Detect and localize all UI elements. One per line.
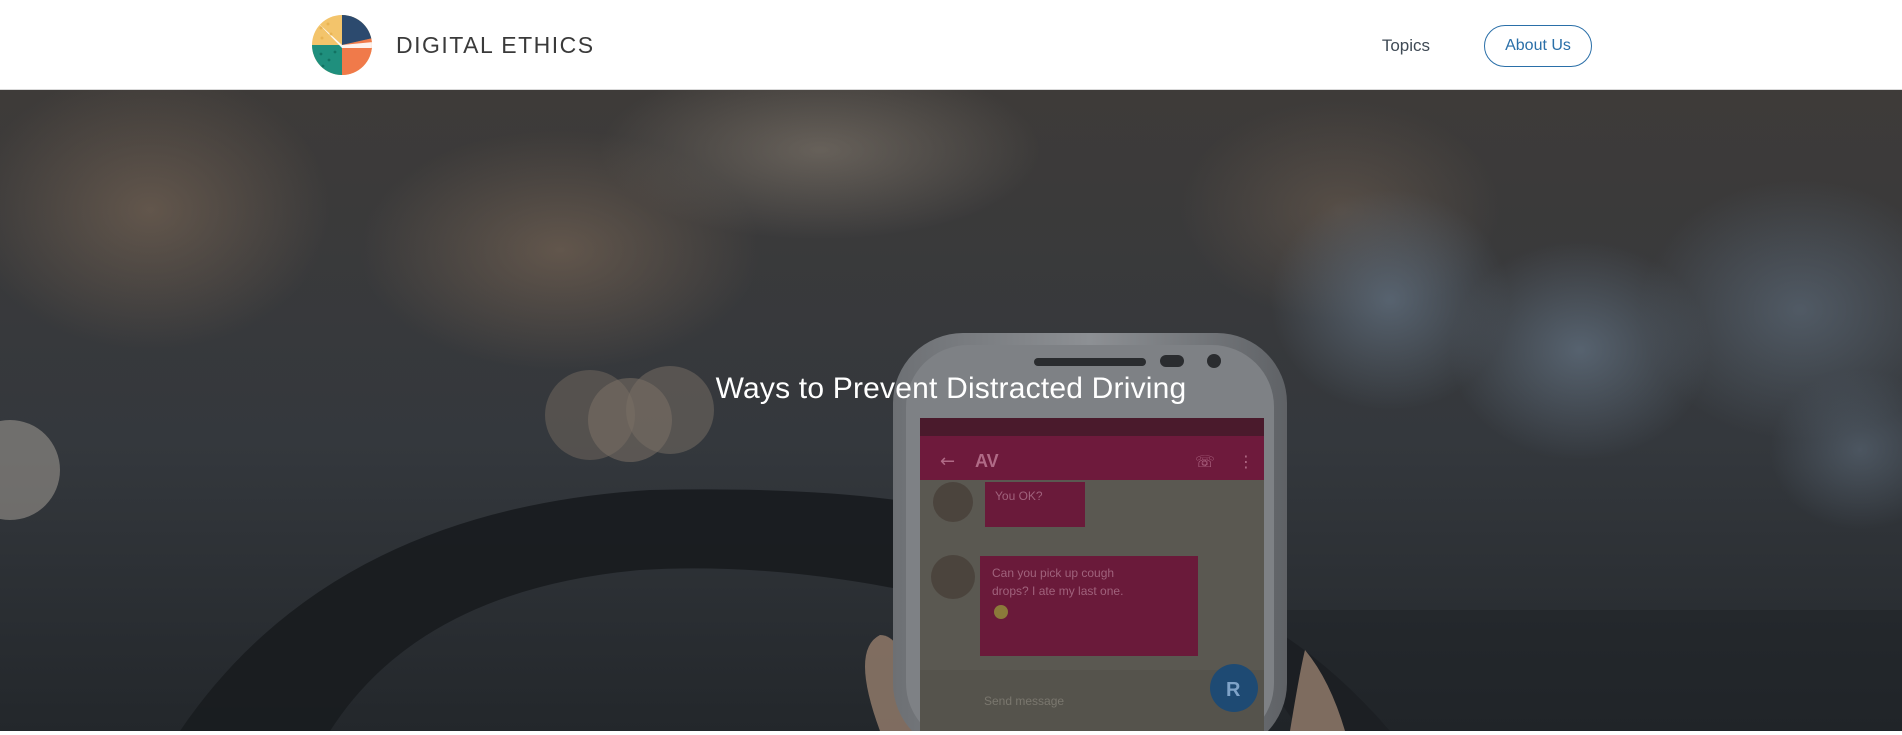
svg-text:⋮: ⋮ bbox=[1238, 452, 1254, 471]
site-header: DIGITAL ETHICS Topics About Us bbox=[0, 0, 1902, 90]
svg-text:drops? I ate my last one.: drops? I ate my last one. bbox=[992, 584, 1123, 598]
svg-text:You OK?: You OK? bbox=[995, 489, 1043, 503]
svg-text:Send message: Send message bbox=[984, 694, 1064, 708]
hero-background-image: AV ← ☏ ⋮ You OK? Can you pick up cough d… bbox=[0, 90, 1902, 731]
nav-topics-link[interactable]: Topics bbox=[1382, 36, 1430, 56]
phone-contact-name: AV bbox=[975, 451, 999, 471]
home-logo-link[interactable]: DIGITAL ETHICS bbox=[311, 14, 595, 76]
svg-text:Can you pick up cough: Can you pick up cough bbox=[992, 566, 1114, 580]
nav-about-us-button[interactable]: About Us bbox=[1484, 25, 1592, 67]
hero-banner: AV ← ☏ ⋮ You OK? Can you pick up cough d… bbox=[0, 90, 1902, 731]
page-bottom-edge bbox=[0, 731, 1902, 735]
hero-title: Ways to Prevent Distracted Driving bbox=[715, 372, 1187, 405]
svg-text:☏: ☏ bbox=[1195, 452, 1215, 471]
globe-logo-icon bbox=[312, 15, 372, 75]
svg-text:←: ← bbox=[940, 451, 955, 472]
main-nav: Topics About Us bbox=[1382, 24, 1592, 68]
brand-name: DIGITAL ETHICS bbox=[396, 31, 595, 58]
svg-text:R: R bbox=[1226, 679, 1241, 701]
